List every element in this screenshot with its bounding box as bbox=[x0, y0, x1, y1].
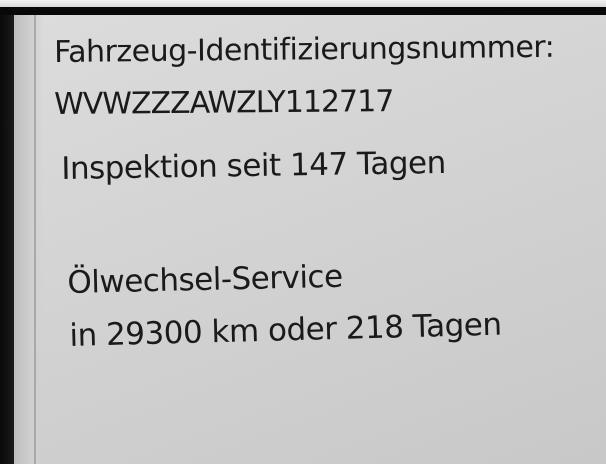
service-info-panel: Fahrzeug-Identifizierungsnummer: WVWZZZA… bbox=[14, 15, 606, 464]
left-bezel bbox=[0, 15, 14, 464]
oil-service-title: Ölwechsel-Service bbox=[67, 258, 343, 301]
top-bezel bbox=[0, 7, 606, 15]
vin-value: WVWZZZAWZLY112717 bbox=[54, 84, 394, 122]
infotainment-screen: Fahrzeug-Identifizierungsnummer: WVWZZZA… bbox=[0, 0, 606, 464]
top-bezel-highlight bbox=[0, 0, 606, 7]
oil-service-detail: in 29300 km oder 218 Tagen bbox=[69, 306, 502, 354]
panel-edge-shade bbox=[14, 15, 44, 464]
vin-label: Fahrzeug-Identifizierungsnummer: bbox=[54, 29, 555, 70]
inspection-status-text: Inspektion seit 147 Tagen bbox=[61, 144, 446, 187]
panel-edge-line bbox=[34, 15, 36, 464]
